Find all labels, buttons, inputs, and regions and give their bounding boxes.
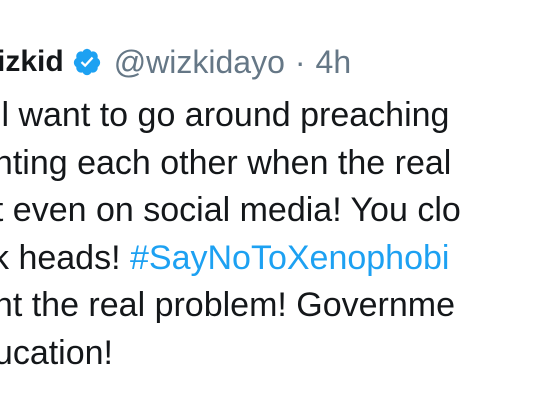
user-handle[interactable]: @wizkidayo (114, 40, 285, 84)
tweet-line-text: ght the real problem! Governme (0, 286, 456, 324)
tweet-line: all want to go around preaching (0, 92, 554, 140)
tweet-card: izkid @wizkidayo · 4h all want to go aro… (0, 0, 554, 407)
separator-dot: · (294, 44, 306, 80)
verified-badge-icon (72, 47, 102, 77)
tweet-line-text: ducation! (0, 333, 113, 372)
tweet-line-text: ot even on social media! You clo (0, 191, 461, 229)
tweet-line-text: ck heads! (0, 238, 121, 277)
display-name[interactable]: izkid (0, 40, 64, 84)
tweet-line: ght the real problem! Governme (0, 282, 554, 330)
tweet-line: ducation! (0, 330, 554, 378)
tweet-line: ghting each other when the real (0, 140, 554, 188)
tweet-line-text: ghting each other when the real (0, 143, 452, 182)
hashtag-link[interactable]: #SayNoToXenophobi (130, 239, 449, 277)
tweet-line-text: all want to go around preaching (0, 96, 450, 134)
tweet-line: ck heads! #SayNoToXenophobi (0, 235, 554, 283)
tweet-timestamp[interactable]: 4h (316, 40, 352, 84)
tweet-text: all want to go around preaching ghting e… (0, 92, 554, 377)
tweet-line: ot even on social media! You clo (0, 187, 554, 235)
tweet-header: izkid @wizkidayo · 4h (0, 40, 351, 84)
